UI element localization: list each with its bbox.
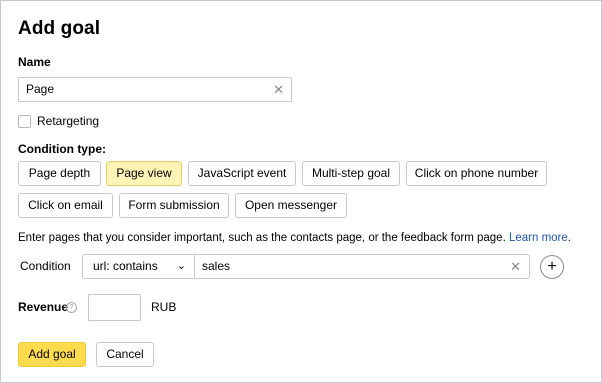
close-icon[interactable]: ✕: [273, 78, 284, 101]
learn-more-link[interactable]: Learn more: [509, 232, 568, 244]
retargeting-label: Retargeting: [37, 114, 100, 128]
condition-type-open-messenger[interactable]: Open messenger: [235, 193, 347, 218]
condition-operator-value: url: contains: [93, 259, 158, 273]
condition-type-form-submission[interactable]: Form submission: [119, 193, 229, 218]
condition-type-page-depth[interactable]: Page depth: [18, 161, 101, 186]
name-input-value: Page: [26, 82, 55, 96]
cancel-button[interactable]: Cancel: [96, 342, 154, 367]
info-description: Enter pages that you consider important,…: [18, 232, 506, 244]
condition-operator-select[interactable]: url: contains ⌄: [82, 254, 195, 279]
condition-type-multi-step-goal[interactable]: Multi-step goal: [302, 161, 400, 186]
revenue-label: Revenue: [18, 300, 69, 314]
retargeting-checkbox-row[interactable]: Retargeting: [18, 114, 99, 128]
dialog-title: Add goal: [18, 18, 101, 39]
plus-icon: +: [547, 258, 557, 275]
condition-type-click-on-phone[interactable]: Click on phone number: [406, 161, 547, 186]
name-input[interactable]: Page ✕: [18, 77, 292, 102]
add-goal-button[interactable]: Add goal: [18, 342, 86, 367]
name-label: Name: [18, 55, 51, 69]
close-icon[interactable]: ✕: [510, 255, 521, 278]
condition-value-input[interactable]: sales ✕: [194, 254, 530, 279]
revenue-currency: RUB: [151, 300, 177, 314]
condition-type-javascript-event[interactable]: JavaScript event: [188, 161, 296, 186]
add-condition-button[interactable]: +: [540, 255, 564, 279]
condition-value: sales: [202, 259, 231, 273]
revenue-input[interactable]: [88, 294, 141, 321]
condition-label: Condition: [20, 259, 71, 273]
retargeting-checkbox[interactable]: [18, 114, 31, 128]
chevron-down-icon: ⌄: [176, 260, 186, 272]
info-suffix: .: [567, 232, 571, 244]
condition-type-label: Condition type:: [18, 142, 106, 156]
info-text: Enter pages that you consider important,…: [18, 232, 571, 244]
add-goal-dialog: Add goal Name Page ✕ Retargeting Conditi…: [0, 0, 602, 383]
condition-type-page-view[interactable]: Page view: [106, 161, 182, 186]
condition-type-click-on-email[interactable]: Click on email: [18, 193, 113, 218]
question-icon[interactable]: ?: [66, 302, 77, 313]
